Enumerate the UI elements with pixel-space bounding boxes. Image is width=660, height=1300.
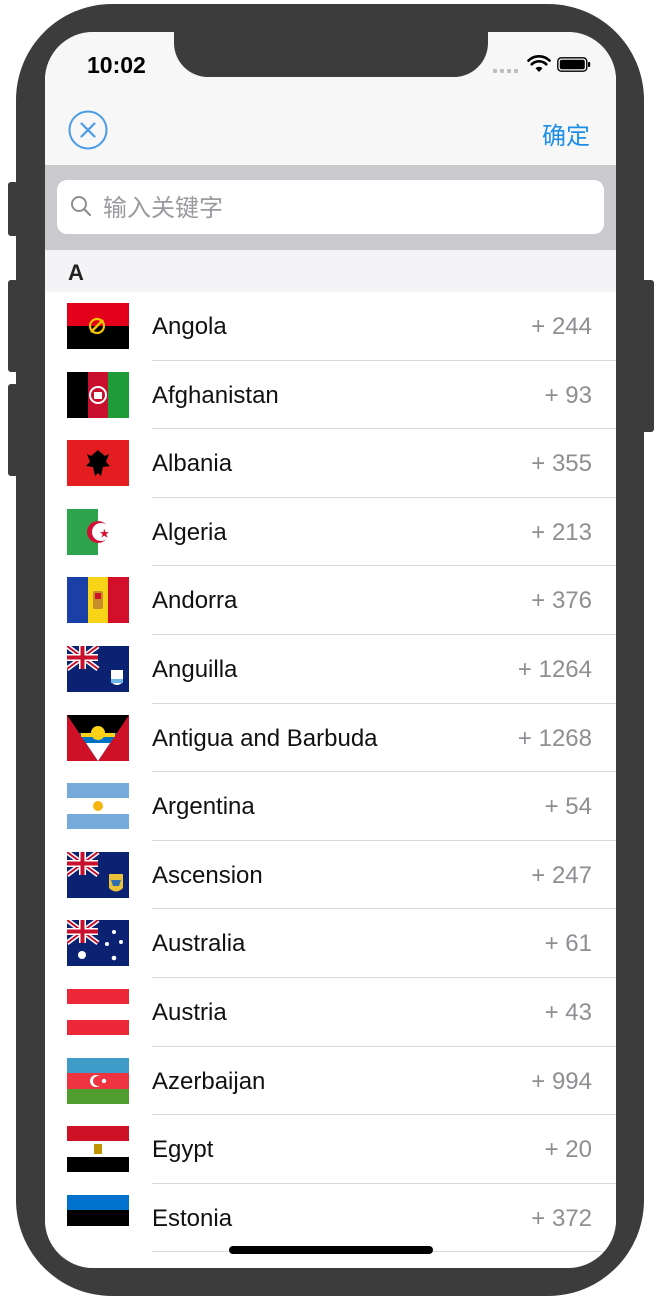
azerbaijan-flag-icon [67,1057,129,1104]
albania-flag-icon [67,440,129,487]
dial-code: + 1268 [517,724,592,752]
angola-flag-icon [67,303,129,349]
dial-code: + 43 [544,998,592,1026]
country-row[interactable]: Afghanistan + 93 [45,360,616,430]
dial-code: + 93 [544,381,592,409]
section-header: A [45,250,616,292]
screen: 10:02 确定 A Angola+ 244Afghanist [45,32,616,1268]
afghanistan-flag-icon [67,371,129,418]
estonia-flag-icon [67,1194,129,1241]
country-row[interactable]: Algeria + 213 [45,497,616,567]
country-row[interactable]: Andorra + 376 [45,566,616,635]
confirm-button[interactable]: 确定 [542,116,590,151]
dial-code: + 247 [531,861,592,889]
country-name: Estonia [152,1204,233,1232]
country-name: Albania [152,450,233,478]
country-name: Anguilla [152,655,238,683]
algeria-flag-icon [67,508,129,555]
country-row[interactable]: Australia + 61 [45,909,616,978]
country-name: Ascension [152,861,263,889]
dial-code: + 20 [544,1136,592,1164]
austria-flag-icon [67,988,129,1035]
country-row[interactable]: Estonia + 372 [45,1183,616,1253]
battery-icon [557,57,591,72]
country-name: Afghanistan [152,381,279,409]
country-name: Algeria [152,518,227,546]
country-row[interactable]: Ascension + 247 [45,840,616,910]
dial-code: + 61 [544,930,592,958]
search-bar [45,166,616,250]
andorra-flag-icon [67,577,129,624]
search-field[interactable] [57,180,604,236]
country-row[interactable]: Austria + 43 [45,977,616,1047]
country-list: Angola + 244 Afghanistan + 93 Albania + 355 Al… [45,292,616,1253]
status-time: 10:02 [87,52,146,78]
dial-code: + 994 [531,1067,592,1095]
country-row[interactable]: Antigua and Barbuda + 1268 [45,703,616,773]
cellular-signal-icon [493,65,521,73]
australia-flag-icon [67,920,129,967]
country-name: Argentina [152,793,255,821]
dial-code: + 244 [531,313,592,340]
wifi-icon [527,55,551,72]
notch [174,32,488,77]
dial-code: + 1264 [517,655,592,683]
egypt-flag-icon [67,1126,129,1173]
dial-code: + 54 [544,793,592,821]
ascension-flag-icon [67,851,129,898]
antigua-flag-icon [67,714,129,761]
section-letter: A [68,260,84,285]
close-icon[interactable] [68,110,108,150]
argentina-flag-icon [67,783,129,830]
country-row[interactable]: Azerbaijan + 994 [45,1046,616,1116]
home-indicator [229,1246,433,1254]
dial-code: + 376 [531,587,592,615]
dial-code: + 213 [531,518,592,546]
country-name: Egypt [152,1136,214,1164]
dial-code: + 355 [531,450,592,478]
country-row[interactable]: Albania + 355 [45,429,616,498]
anguilla-flag-icon [67,645,129,692]
country-name: Angola [152,313,227,340]
country-row[interactable]: Anguilla + 1264 [45,634,616,704]
dial-code: + 372 [531,1204,592,1232]
country-name: Australia [152,930,246,958]
country-name: Andorra [152,587,238,615]
search-input[interactable] [101,180,595,236]
search-icon [71,196,92,217]
country-name: Austria [152,998,227,1026]
country-name: Antigua and Barbuda [152,724,378,752]
country-row[interactable]: Argentina + 54 [45,772,616,841]
country-row[interactable]: Angola + 244 [45,292,616,361]
country-name: Azerbaijan [152,1067,266,1095]
country-row[interactable]: Egypt + 20 [45,1115,616,1184]
